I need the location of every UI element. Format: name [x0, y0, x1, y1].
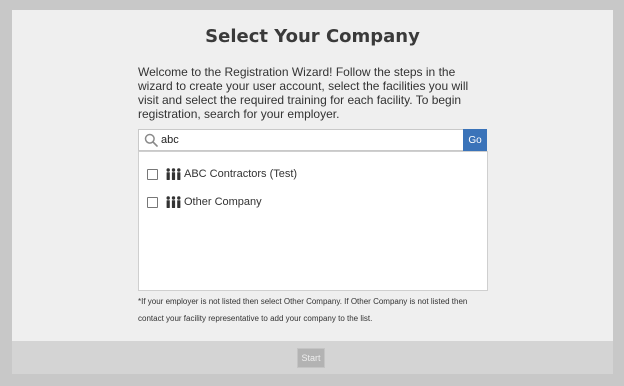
wizard-footer: Start [12, 341, 613, 374]
people-icon [166, 196, 181, 208]
go-button[interactable]: Go [463, 129, 487, 151]
people-icon [166, 168, 181, 180]
list-item[interactable]: Other Company [147, 193, 262, 211]
search-input[interactable] [161, 132, 451, 148]
start-button[interactable]: Start [297, 348, 325, 368]
footnote: *If your employer is not listed then sel… [138, 297, 468, 323]
intro-text: Welcome to the Registration Wizard! Foll… [138, 65, 469, 121]
list-item[interactable]: ABC Contractors (Test) [147, 165, 297, 183]
company-results-list: ABC Contractors (Test) Other Company [138, 151, 488, 291]
company-checkbox[interactable] [147, 196, 158, 208]
wizard-panel: Select Your Company Welcome to the Regis… [12, 10, 613, 341]
company-checkbox[interactable] [147, 168, 158, 180]
search-icon [144, 133, 158, 147]
company-name: ABC Contractors (Test) [184, 168, 298, 180]
company-search: Go [138, 129, 487, 151]
company-name: Other Company [184, 196, 262, 208]
page-title: Select Your Company [205, 26, 420, 47]
search-box[interactable] [138, 129, 463, 151]
